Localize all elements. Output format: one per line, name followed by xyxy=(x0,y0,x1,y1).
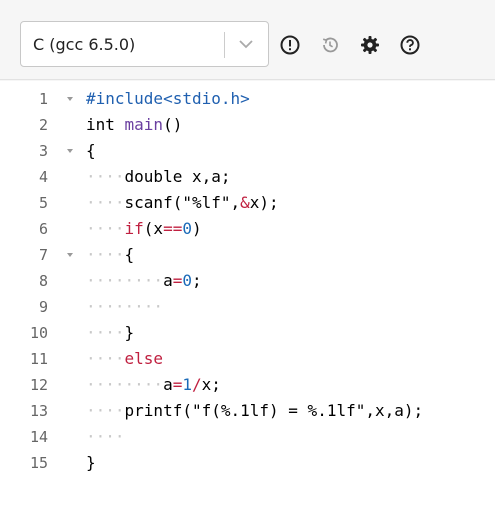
code-token: a xyxy=(163,271,173,290)
code-text: ···· xyxy=(86,424,125,450)
chevron-down-icon[interactable] xyxy=(236,34,256,54)
code-line[interactable]: 5 ····scanf("%lf",&x); xyxy=(0,190,495,216)
code-line[interactable]: 3{ xyxy=(0,138,495,164)
code-line[interactable]: 2 int main() xyxy=(0,112,495,138)
code-text: ········a=0; xyxy=(86,268,202,294)
line-number: 12 xyxy=(29,376,48,394)
fold-arrow-icon[interactable] xyxy=(66,95,74,103)
code-token: ) xyxy=(191,219,202,238)
settings-gear-icon[interactable] xyxy=(359,34,381,56)
line-number: 2 xyxy=(38,116,48,134)
line-number: 5 xyxy=(38,194,48,212)
language-select-value: C (gcc 6.5.0) xyxy=(33,35,136,54)
code-token: else xyxy=(124,349,164,368)
line-number: 6 xyxy=(38,220,48,238)
code-line[interactable]: 10 ····} xyxy=(0,320,495,346)
code-text: ····scanf("%lf",&x); xyxy=(86,190,279,216)
code-text: ····{ xyxy=(86,242,134,268)
help-icon[interactable] xyxy=(399,34,421,56)
line-number: 4 xyxy=(38,168,48,186)
whitespace-marker: ···· xyxy=(86,245,125,264)
line-number: 15 xyxy=(29,454,48,472)
code-token: #include<stdio.h> xyxy=(86,89,250,108)
code-line[interactable]: 6 ····if(x==0) xyxy=(0,216,495,242)
language-select[interactable]: C (gcc 6.5.0) xyxy=(20,21,269,67)
code-token: (x xyxy=(143,219,164,238)
code-line[interactable]: 4 ····double x,a; xyxy=(0,164,495,190)
code-token: printf("f(%.1lf) = %.1lf",x,a); xyxy=(124,401,424,420)
whitespace-marker: ···· xyxy=(86,219,125,238)
code-editor[interactable]: 1 #include<stdio.h> 2 int main() 3{4 ····doub… xyxy=(0,81,495,530)
code-text: ····if(x==0) xyxy=(86,216,202,242)
code-text: #include<stdio.h> xyxy=(86,86,250,112)
code-token: 1 xyxy=(182,375,192,394)
editor-toolbar: C (gcc 6.5.0) xyxy=(0,0,495,80)
code-token: == xyxy=(163,219,183,238)
code-token: scanf("%lf", xyxy=(124,193,241,212)
line-number: 1 xyxy=(38,90,48,108)
whitespace-marker: ········ xyxy=(86,271,164,290)
line-number: 3 xyxy=(38,142,48,160)
code-token: } xyxy=(86,453,96,472)
code-token: 0 xyxy=(182,271,192,290)
line-number: 7 xyxy=(38,246,48,264)
line-number: 8 xyxy=(38,272,48,290)
whitespace-marker: ···· xyxy=(86,323,125,342)
code-token: ; xyxy=(191,271,202,290)
fold-arrow-icon[interactable] xyxy=(66,147,74,155)
code-token: a xyxy=(163,375,173,394)
whitespace-marker: ········ xyxy=(86,375,164,394)
code-token: = xyxy=(172,271,183,290)
code-token: () xyxy=(163,115,183,134)
code-token: x); xyxy=(249,193,279,212)
code-line[interactable]: 15} xyxy=(0,450,495,476)
info-icon[interactable] xyxy=(279,34,301,56)
code-line[interactable]: 8 ········a=0; xyxy=(0,268,495,294)
code-token: if xyxy=(124,219,144,238)
code-token: main xyxy=(124,115,164,134)
code-text: ····} xyxy=(86,320,134,346)
code-line[interactable]: 7 ····{ xyxy=(0,242,495,268)
whitespace-marker: ········ xyxy=(86,297,164,316)
code-line[interactable]: 13 ····printf("f(%.1lf) = %.1lf",x,a); xyxy=(0,398,495,424)
line-number: 14 xyxy=(29,428,48,446)
code-token: double x,a; xyxy=(124,167,231,186)
fold-arrow-icon[interactable] xyxy=(66,251,74,259)
history-icon[interactable] xyxy=(319,34,341,56)
code-line[interactable]: 9 ········ xyxy=(0,294,495,320)
whitespace-marker: ···· xyxy=(86,401,125,420)
code-text: } xyxy=(86,450,96,476)
line-number: 11 xyxy=(29,350,48,368)
select-divider xyxy=(224,32,225,58)
code-text: ········ xyxy=(86,294,163,320)
whitespace-marker: ···· xyxy=(86,349,125,368)
code-text: ····else xyxy=(86,346,163,372)
code-token: { xyxy=(86,141,96,160)
code-token: } xyxy=(124,323,135,342)
code-line[interactable]: 14 ···· xyxy=(0,424,495,450)
line-number: 13 xyxy=(29,402,48,420)
code-token: & xyxy=(240,193,250,212)
code-text: int main() xyxy=(86,112,182,138)
code-token: x; xyxy=(201,375,221,394)
code-text: ····double x,a; xyxy=(86,164,231,190)
code-token: 0 xyxy=(182,219,192,238)
line-number: 10 xyxy=(29,324,48,342)
line-number: 9 xyxy=(38,298,48,316)
code-line[interactable]: 1 #include<stdio.h> xyxy=(0,86,495,112)
code-text: { xyxy=(86,138,96,164)
whitespace-marker: ···· xyxy=(86,167,125,186)
code-text: ····printf("f(%.1lf) = %.1lf",x,a); xyxy=(86,398,423,424)
code-text: ········a=1/x; xyxy=(86,372,221,398)
whitespace-marker: ···· xyxy=(86,427,125,446)
code-token: { xyxy=(124,245,135,264)
code-line[interactable]: 12 ········a=1/x; xyxy=(0,372,495,398)
code-token: int xyxy=(86,115,125,134)
code-token: / xyxy=(191,375,202,394)
code-line[interactable]: 11 ····else xyxy=(0,346,495,372)
code-token: = xyxy=(172,375,183,394)
whitespace-marker: ···· xyxy=(86,193,125,212)
